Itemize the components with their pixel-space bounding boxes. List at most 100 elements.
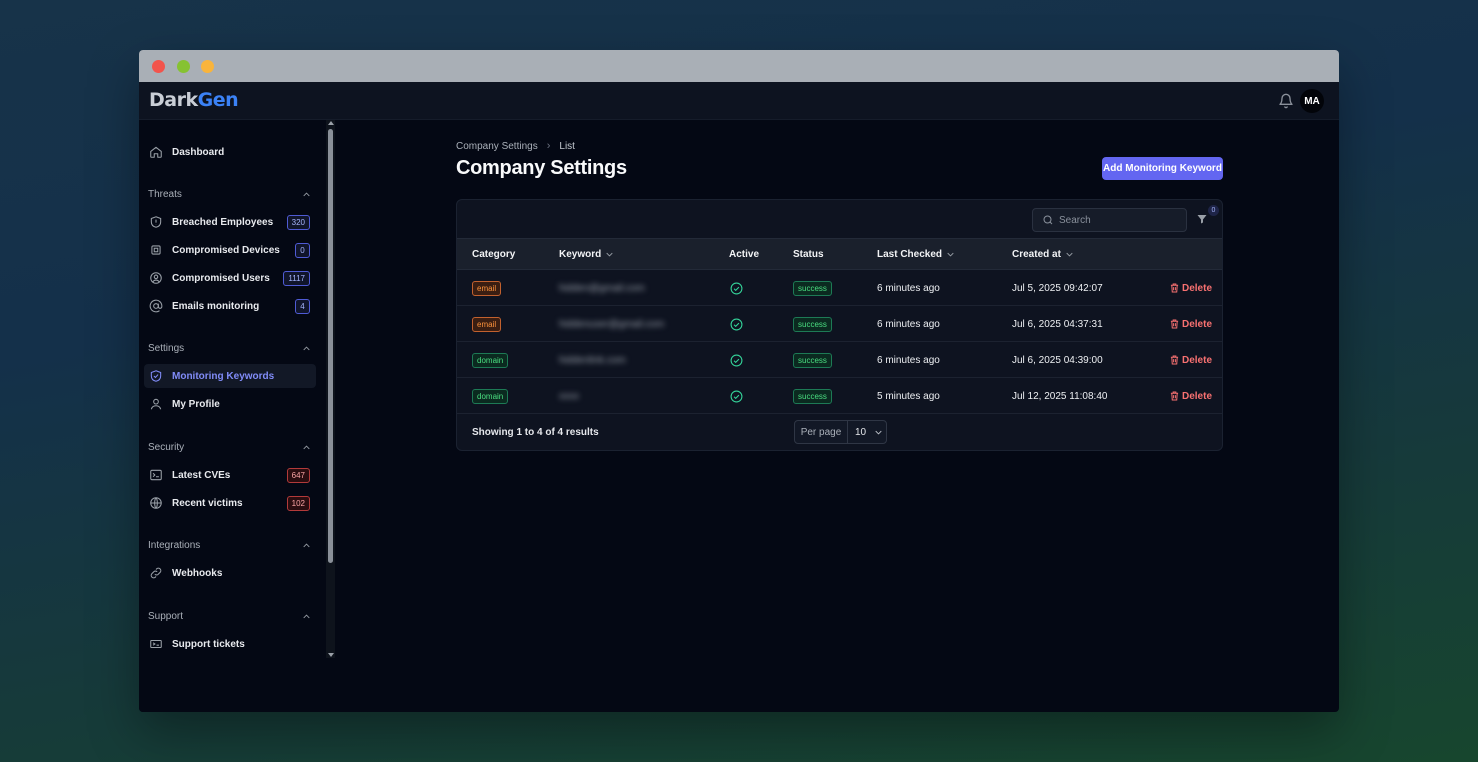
column-header-created-at[interactable]: Created at	[1012, 249, 1073, 260]
chevron-up-icon	[303, 346, 310, 351]
sidebar-item-compromised-users[interactable]: Compromised Users 1117	[144, 266, 316, 290]
section-threats-header[interactable]: Threats	[148, 189, 310, 200]
user-icon	[149, 397, 163, 411]
sidebar-item-compromised-devices[interactable]: Compromised Devices 0	[144, 238, 316, 262]
count-badge: 320	[286, 214, 310, 230]
sidebar-item-webhooks[interactable]: Webhooks	[144, 561, 316, 585]
section-security-header[interactable]: Security	[148, 442, 310, 453]
search-placeholder: Search	[1059, 214, 1091, 226]
per-page-dropdown[interactable]: 10	[848, 421, 886, 443]
filter-count-badge: 0	[1208, 205, 1219, 216]
delete-button[interactable]: Delete	[1170, 283, 1212, 294]
close-window-button[interactable]	[152, 60, 165, 73]
keywords-table-card: Search 0 Category Keyword Active Status …	[456, 199, 1223, 451]
terminal-icon	[149, 468, 163, 482]
created-at-value: Jul 5, 2025 09:42:07	[1012, 282, 1103, 294]
top-bar: DarkGen MA	[139, 82, 1339, 120]
sidebar-item-emails-monitoring[interactable]: Emails monitoring 4	[144, 294, 316, 318]
logo[interactable]: DarkGen	[149, 89, 239, 111]
sidebar: Dashboard Threats Breached Employees 320…	[139, 120, 326, 712]
per-page-label: Per page	[795, 421, 848, 443]
sidebar-scrollbar[interactable]	[326, 120, 335, 658]
table-row: email hiddenuser@gmail.com success 6 min…	[457, 306, 1222, 342]
shield-check-icon	[149, 369, 163, 383]
bell-icon[interactable]	[1278, 93, 1294, 109]
sidebar-item-label: Recent victims	[172, 497, 243, 509]
column-label: Active	[729, 249, 760, 260]
sidebar-item-latest-cves[interactable]: Latest CVEs 647	[144, 463, 316, 487]
chevron-down-icon	[875, 430, 882, 435]
delete-button[interactable]: Delete	[1170, 319, 1212, 330]
sidebar-item-label: Latest CVEs	[172, 469, 231, 481]
chevron-up-icon	[303, 543, 310, 548]
chevron-down-icon	[606, 252, 613, 257]
category-tag: domain	[472, 388, 509, 404]
keyword-value: hiddenuser@gmail.com	[559, 318, 665, 330]
column-header-keyword[interactable]: Keyword	[559, 249, 613, 260]
scroll-down-arrow[interactable]	[328, 653, 334, 657]
per-page-value: 10	[855, 426, 867, 438]
link-icon	[149, 566, 163, 580]
globe-icon	[149, 496, 163, 510]
sidebar-item-label: Breached Employees	[172, 216, 274, 228]
breadcrumb-link-company-settings[interactable]: Company Settings	[456, 141, 538, 152]
scrollbar-thumb[interactable]	[328, 129, 333, 563]
keyword-value: xxxx	[559, 390, 579, 402]
avatar[interactable]: MA	[1300, 89, 1324, 113]
sidebar-item-monitoring-keywords[interactable]: Monitoring Keywords	[144, 364, 316, 388]
logo-text-dark: Dark	[149, 89, 198, 111]
chevron-down-icon	[1066, 252, 1073, 257]
section-title: Settings	[148, 343, 185, 354]
table-header: Category Keyword Active Status Last Chec…	[457, 238, 1222, 270]
search-icon	[1042, 214, 1054, 226]
search-input[interactable]: Search	[1032, 208, 1187, 232]
section-integrations-header[interactable]: Integrations	[148, 540, 310, 551]
sidebar-item-dashboard[interactable]: Dashboard	[144, 140, 316, 164]
per-page-select[interactable]: Per page 10	[794, 420, 887, 444]
chevron-up-icon	[303, 614, 310, 619]
last-checked-value: 6 minutes ago	[877, 282, 940, 294]
trash-icon	[1170, 319, 1179, 329]
column-label: Keyword	[559, 249, 602, 260]
filter-icon[interactable]	[1196, 213, 1208, 225]
sidebar-item-recent-victims[interactable]: Recent victims 102	[144, 491, 316, 515]
count-badge: 647	[286, 467, 310, 483]
column-label: Last Checked	[877, 249, 943, 260]
sidebar-item-support-tickets[interactable]: Support tickets	[144, 632, 316, 656]
check-circle-icon	[730, 318, 743, 330]
cpu-icon	[149, 243, 163, 257]
logo-text-gen: Gen	[197, 89, 239, 111]
delete-button[interactable]: Delete	[1170, 355, 1212, 366]
sidebar-item-label: My Profile	[172, 398, 220, 410]
ticket-icon	[149, 637, 163, 651]
section-support-header[interactable]: Support	[148, 611, 310, 622]
delete-label: Delete	[1182, 282, 1213, 294]
scroll-up-arrow[interactable]	[328, 121, 334, 125]
sidebar-item-breached-employees[interactable]: Breached Employees 320	[144, 210, 316, 234]
page-title: Company Settings	[456, 157, 627, 179]
add-monitoring-keyword-button[interactable]: Add Monitoring Keyword	[1102, 157, 1223, 180]
last-checked-value: 6 minutes ago	[877, 318, 940, 330]
breadcrumb: Company Settings › List	[456, 140, 575, 152]
check-circle-icon	[730, 390, 743, 402]
minimize-window-button[interactable]	[177, 60, 190, 73]
sidebar-item-label: Dashboard	[172, 146, 225, 158]
column-header-last-checked[interactable]: Last Checked	[877, 249, 954, 260]
chevron-up-icon	[303, 192, 310, 197]
breadcrumb-current: List	[559, 140, 575, 152]
last-checked-value: 5 minutes ago	[877, 390, 940, 402]
at-sign-icon	[149, 299, 163, 313]
sidebar-item-label: Compromised Users	[172, 272, 270, 284]
check-circle-icon	[730, 354, 743, 366]
section-settings-header[interactable]: Settings	[148, 343, 310, 354]
keyword-value: hidden@gmail.com	[559, 282, 645, 294]
maximize-window-button[interactable]	[201, 60, 214, 73]
created-at-value: Jul 6, 2025 04:37:31	[1012, 318, 1103, 330]
delete-label: Delete	[1182, 318, 1213, 330]
section-title: Security	[148, 442, 185, 453]
column-label: Created at	[1012, 249, 1061, 260]
sidebar-item-my-profile[interactable]: My Profile	[144, 392, 316, 416]
table-row: email hidden@gmail.com success 6 minutes…	[457, 270, 1222, 306]
delete-button[interactable]: Delete	[1170, 391, 1212, 402]
sidebar-item-label: Support tickets	[172, 638, 245, 650]
